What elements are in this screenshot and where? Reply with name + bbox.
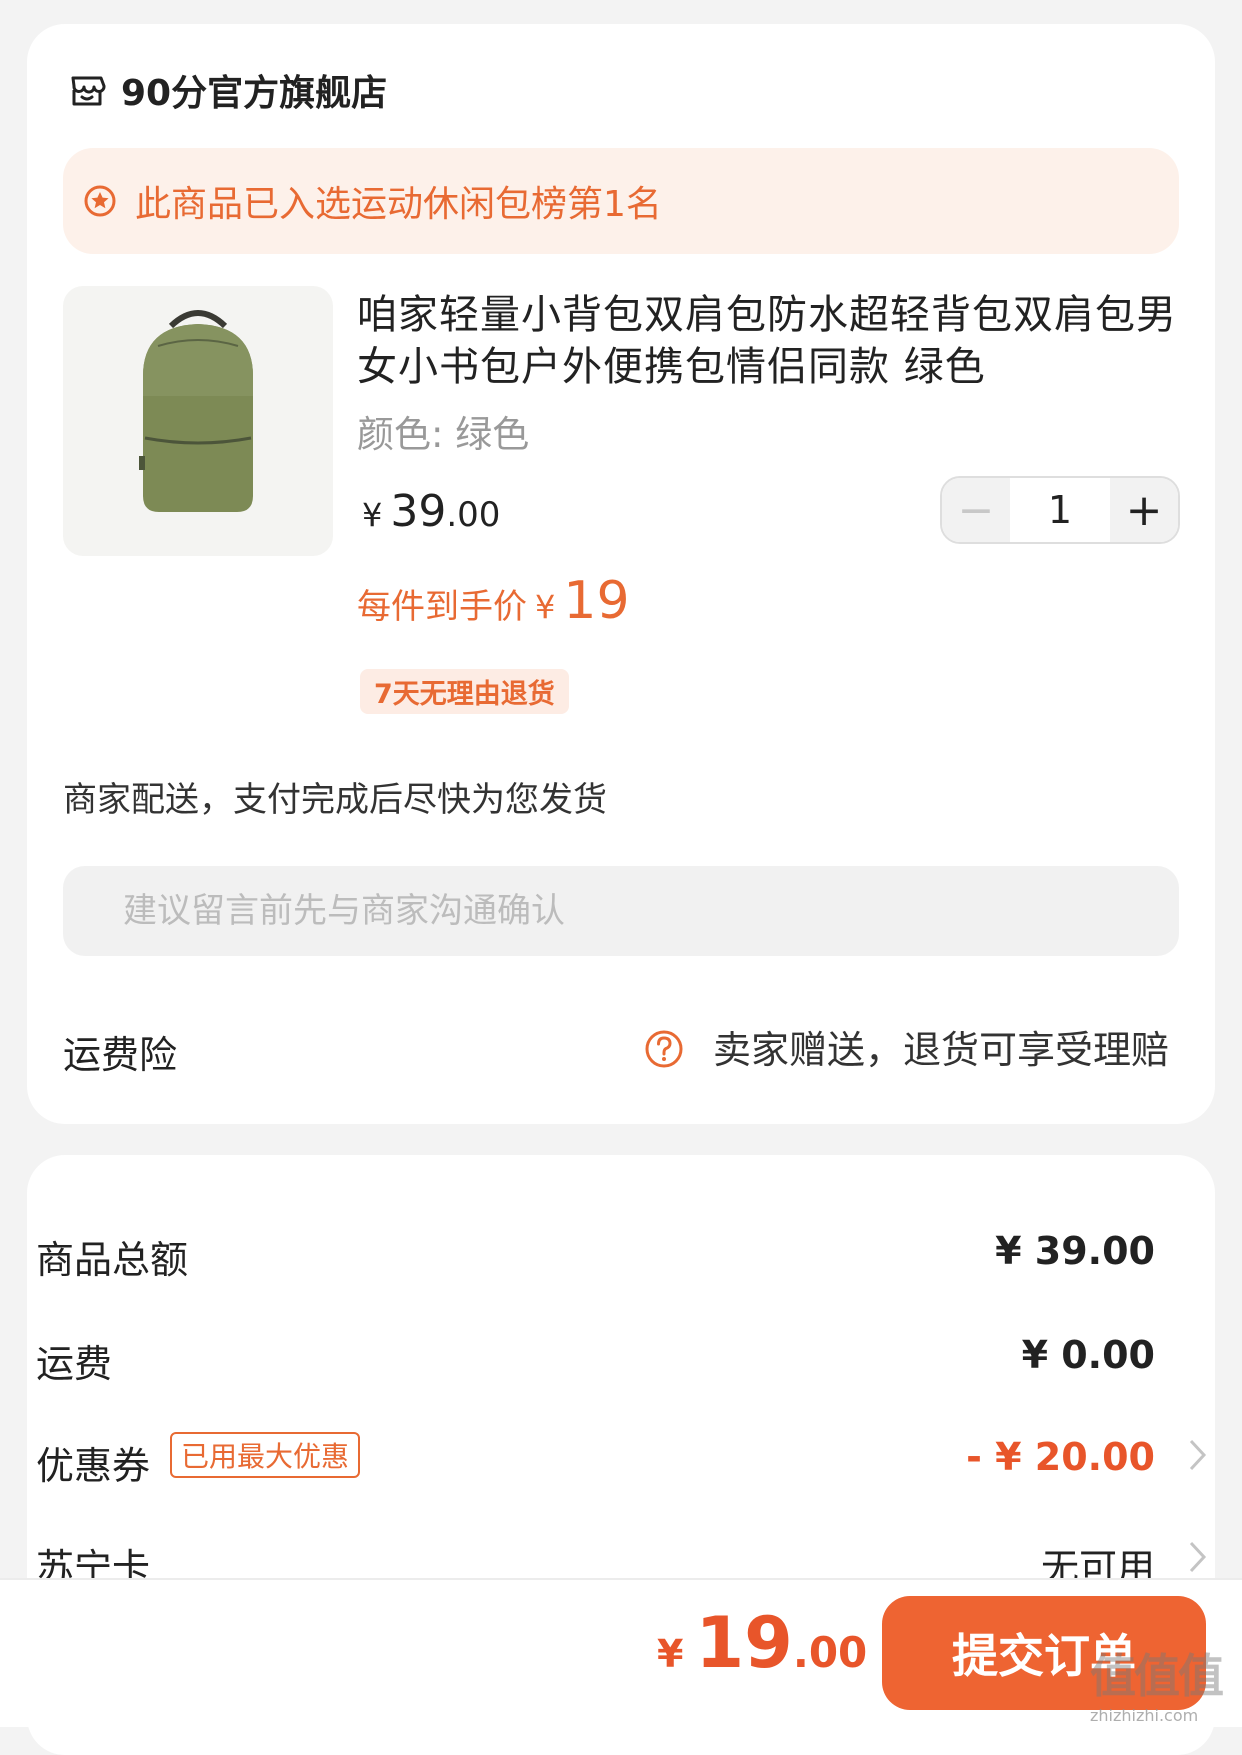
deal-value: 19: [563, 571, 630, 631]
shipping-fee-label: 运费: [36, 1342, 113, 1386]
product-title[interactable]: 咱家轻量小背包双肩包防水超轻背包双肩包男女小书包户外便携包情侣同款 绿色: [357, 289, 1187, 393]
rank-banner[interactable]: 此商品已入选运动休闲包榜第1名: [63, 148, 1179, 254]
goods-total-value: ¥ 39.00: [995, 1229, 1155, 1273]
product-price: ¥39.00: [362, 486, 500, 537]
rank-text: 此商品已入选运动休闲包榜第1名: [135, 184, 662, 225]
quantity-plus-button[interactable]: +: [1110, 478, 1178, 542]
checkout-bar: ¥ 19 .00 提交订单: [0, 1578, 1242, 1727]
price-integer: 39: [390, 486, 447, 537]
chevron-right-icon[interactable]: [1186, 1436, 1210, 1474]
question-circle-icon[interactable]: [644, 1029, 684, 1069]
goods-total-label: 商品总额: [36, 1238, 189, 1282]
order-total: ¥ 19 .00: [657, 1602, 867, 1684]
watermark: 值值值 zhizhizhi.com: [1090, 1640, 1238, 1725]
shipping-insurance-label: 运费险: [63, 1033, 178, 1077]
delivery-info: 商家配送，支付完成后尽快为您发货: [63, 780, 607, 820]
shipping-fee-value: ¥ 0.00: [1021, 1333, 1155, 1377]
deal-currency: ¥: [535, 588, 556, 626]
store-name: 90分官方旗舰店: [121, 73, 388, 114]
price-currency: ¥: [362, 496, 383, 534]
quantity-value[interactable]: 1: [1010, 488, 1110, 532]
coupon-tag: 已用最大优惠: [170, 1432, 361, 1478]
total-currency: ¥: [657, 1632, 684, 1676]
order-item-card: 90分官方旗舰店 此商品已入选运动休闲包榜第1名 咱家轻量小背包双肩包防水超轻背…: [27, 24, 1215, 1124]
coupon-value[interactable]: - ¥ 20.00: [966, 1435, 1155, 1479]
price-cents: .00: [446, 495, 501, 535]
deal-price: 每件到手价 ¥ 19: [357, 571, 630, 631]
seller-message-input[interactable]: [63, 866, 1179, 956]
store-header[interactable]: 90分官方旗舰店: [67, 64, 387, 116]
total-cents: .00: [792, 1628, 868, 1677]
rank-star-icon: [84, 185, 116, 217]
quantity-stepper[interactable]: − 1 +: [940, 476, 1180, 544]
coupon-label: 优惠券: [36, 1444, 151, 1488]
watermark-logo: 值值值: [1090, 1649, 1224, 1703]
chevron-right-icon[interactable]: [1186, 1538, 1210, 1576]
shipping-insurance-text: 卖家赠送，退货可享受理赔: [713, 1028, 1170, 1072]
total-integer: 19: [695, 1602, 793, 1684]
product-variant: 颜色: 绿色: [357, 413, 530, 456]
deal-label: 每件到手价: [357, 587, 527, 627]
watermark-url: zhizhizhi.com: [1090, 1706, 1199, 1725]
store-icon: [71, 76, 106, 106]
product-image[interactable]: [63, 286, 333, 556]
backpack-image: [139, 310, 253, 512]
return-policy-badge: 7天无理由退货: [360, 669, 569, 714]
quantity-minus-button[interactable]: −: [942, 478, 1010, 542]
